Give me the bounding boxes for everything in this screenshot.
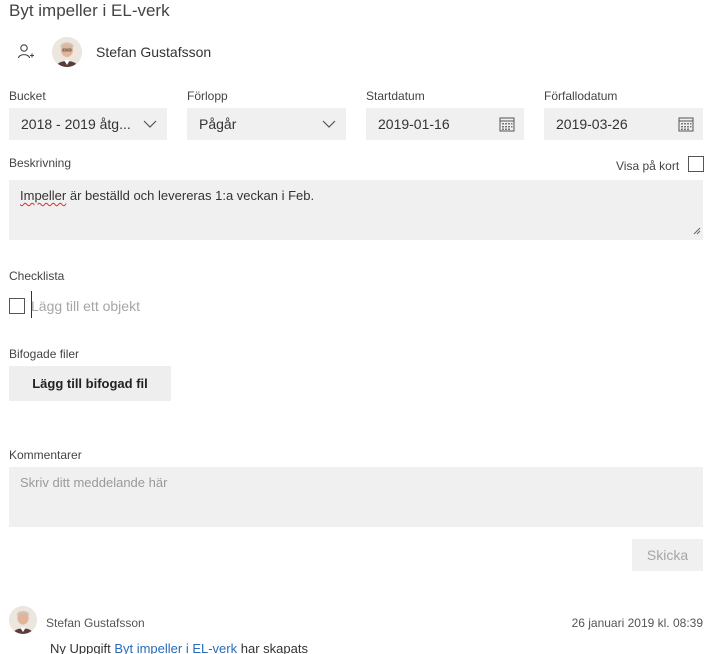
assignee-row: Stefan Gustafsson	[17, 36, 211, 68]
progress-value: Pågår	[199, 116, 237, 132]
comment-prefix: Ny Uppgift	[50, 641, 115, 654]
send-button[interactable]: Skicka	[632, 539, 703, 571]
show-on-card-label: Visa på kort	[616, 159, 680, 173]
comment-input[interactable]: Skriv ditt meddelande här	[9, 467, 703, 527]
start-date-field[interactable]: 2019-01-16	[366, 108, 524, 140]
comments-label: Kommentarer	[9, 448, 82, 462]
show-on-card-checkbox[interactable]	[688, 156, 704, 172]
chevron-down-icon	[312, 108, 346, 140]
bucket-value: 2018 - 2019 åtg...	[21, 116, 131, 132]
description-text: är beställd och levereras 1:a veckan i F…	[66, 188, 315, 203]
resize-grip-icon[interactable]	[693, 223, 701, 238]
comment-suffix: har skapats	[237, 641, 308, 654]
progress-dropdown[interactable]: Pågår	[187, 108, 346, 140]
avatar[interactable]	[52, 37, 82, 67]
description-textarea[interactable]: Impeller är beställd och levereras 1:a v…	[9, 180, 703, 240]
assignee-name: Stefan Gustafsson	[96, 44, 212, 60]
add-attachment-button[interactable]: Lägg till bifogad fil	[9, 366, 171, 401]
checklist-add-item-input[interactable]: Lägg till ett objekt	[31, 292, 140, 320]
calendar-icon[interactable]	[490, 108, 524, 140]
comment-author: Stefan Gustafsson	[46, 616, 145, 630]
task-link[interactable]: Byt impeller i EL-verk	[114, 641, 237, 654]
due-date-value: 2019-03-26	[556, 116, 628, 132]
checklist-label: Checklista	[9, 269, 65, 283]
bucket-label: Bucket	[9, 89, 46, 103]
comment-text: Ny Uppgift Byt impeller i EL-verk har sk…	[50, 641, 308, 654]
start-date-label: Startdatum	[366, 89, 425, 103]
comment-timestamp: 26 januari 2019 kl. 08:39	[571, 616, 703, 630]
chevron-down-icon	[133, 108, 167, 140]
description-label: Beskrivning	[9, 156, 72, 170]
due-date-label: Förfallodatum	[544, 89, 618, 103]
bucket-dropdown[interactable]: 2018 - 2019 åtg...	[9, 108, 167, 140]
misspelled-word: Impeller	[20, 188, 67, 203]
checklist-item-checkbox[interactable]	[9, 298, 25, 314]
progress-label: Förlopp	[187, 89, 228, 103]
task-title[interactable]: Byt impeller i EL-verk	[9, 1, 170, 21]
attachments-label: Bifogade filer	[9, 347, 80, 361]
start-date-value: 2019-01-16	[378, 116, 450, 132]
add-person-icon[interactable]	[17, 43, 35, 61]
due-date-field[interactable]: 2019-03-26	[544, 108, 703, 140]
avatar	[9, 606, 37, 634]
calendar-icon[interactable]	[669, 108, 703, 140]
